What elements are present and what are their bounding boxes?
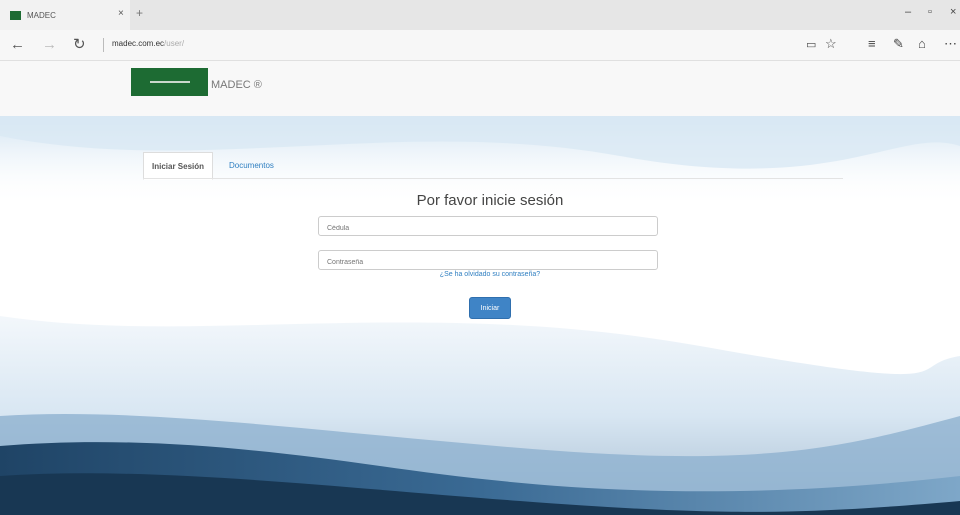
new-tab-button[interactable]: + <box>136 6 143 20</box>
favorites-star-icon[interactable]: ☆ <box>825 36 837 52</box>
address-separator <box>103 38 104 52</box>
tab-iniciar-sesion[interactable]: Iniciar Sesión <box>143 152 214 180</box>
maximize-button[interactable]: ▫ <box>928 6 932 18</box>
browser-tab[interactable]: MADEC × <box>0 0 130 30</box>
logo-mark <box>149 81 190 83</box>
browser-tab-bar: MADEC × + – ▫ × <box>0 0 960 30</box>
hub-icon[interactable]: ≡ <box>868 36 876 51</box>
login-submit-button[interactable]: Iniciar <box>469 297 511 319</box>
close-window-button[interactable]: × <box>950 6 956 18</box>
reading-view-icon[interactable]: ▭ <box>806 38 816 51</box>
address-host: madec.com.ec <box>112 39 165 48</box>
password-input[interactable] <box>319 253 657 272</box>
back-arrow-icon[interactable]: ← <box>10 36 25 54</box>
username-field[interactable] <box>318 216 658 238</box>
refresh-icon[interactable]: ↻ <box>73 36 86 54</box>
login-heading: Por favor inicie sesión <box>416 192 564 209</box>
minimize-button[interactable]: – <box>905 6 911 18</box>
site-logo[interactable] <box>131 68 208 96</box>
web-note-icon[interactable]: ✎ <box>893 36 904 52</box>
address-bar[interactable]: madec.com.ec/user/ <box>112 39 184 48</box>
tab-divider <box>143 178 843 179</box>
forgot-password-link[interactable]: ¿Se ha olvidado su contraseña? <box>330 271 650 278</box>
tab-title: MADEC <box>27 10 56 20</box>
more-icon[interactable]: ⋯ <box>944 36 957 52</box>
tab-documentos[interactable]: Documentos <box>221 152 282 178</box>
username-input[interactable] <box>319 219 657 238</box>
site-favicon-icon <box>10 10 21 20</box>
brand-name: MADEC ® <box>211 79 262 91</box>
forward-arrow-icon[interactable]: → <box>42 36 57 54</box>
tab-close-icon[interactable]: × <box>118 8 124 19</box>
site-header: MADEC ® <box>0 61 960 117</box>
browser-nav-bar: ← → ↻ madec.com.ec/user/ ▭ ☆ ≡ ✎ ⌂ ⋯ <box>0 30 960 61</box>
address-path: /user/ <box>164 39 185 48</box>
password-field[interactable] <box>318 250 658 272</box>
share-icon[interactable]: ⌂ <box>918 36 926 51</box>
